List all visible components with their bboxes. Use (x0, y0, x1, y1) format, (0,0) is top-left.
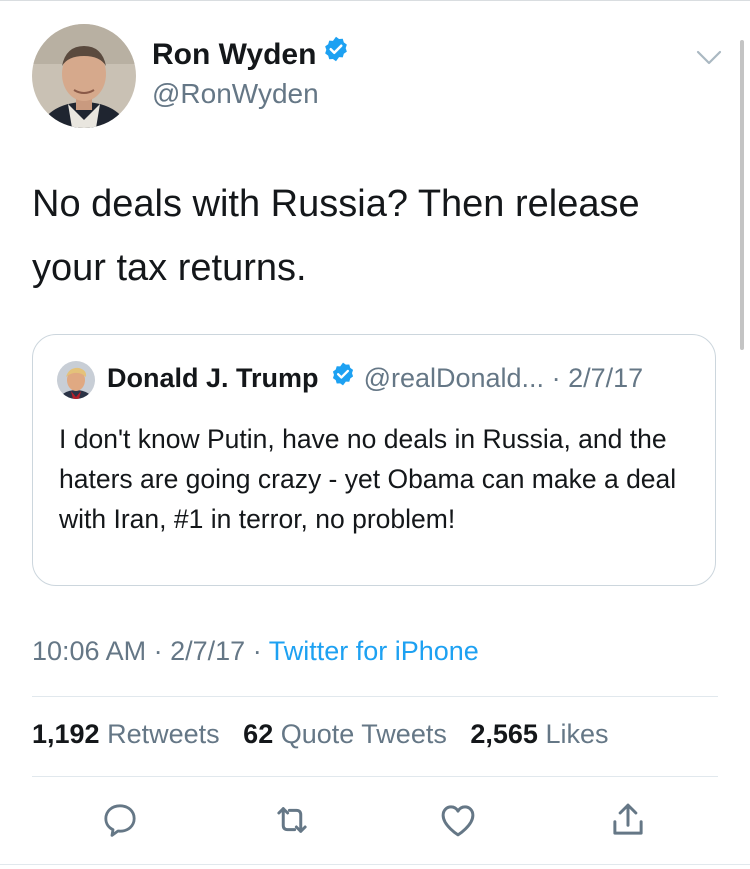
divider (32, 776, 718, 777)
quote-tweets-count[interactable]: 62 (243, 719, 273, 749)
retweet-icon (271, 799, 313, 846)
quoted-date: 2/7/17 (568, 363, 644, 393)
quoted-tweet-header: Donald J. Trump @realDonald... · 2/7/17 (107, 363, 643, 396)
author-display-name[interactable]: Ron Wyden (152, 35, 350, 74)
quoted-tweet-text: I don't know Putin, have no deals in Rus… (59, 424, 677, 534)
tweet-date: 2/7/17 (170, 636, 246, 666)
quoted-separator: · (551, 363, 561, 393)
verified-badge-icon (330, 361, 356, 394)
retweet-button[interactable] (270, 800, 314, 844)
scrollbar[interactable] (740, 40, 744, 350)
tweet-source-link[interactable]: Twitter for iPhone (269, 636, 479, 666)
tweet-meta: 10:06 AM · 2/7/17 · Twitter for iPhone (32, 636, 479, 667)
top-border (0, 0, 750, 1)
verified-badge-icon (322, 35, 350, 71)
share-button[interactable] (606, 800, 650, 844)
bottom-border (0, 864, 750, 865)
divider (32, 696, 718, 697)
quote-tweets-label[interactable]: Quote Tweets (281, 719, 447, 749)
likes-label[interactable]: Likes (545, 719, 608, 749)
author-avatar[interactable] (32, 24, 136, 128)
tweet-stats: 1,192 Retweets 62 Quote Tweets 2,565 Lik… (32, 719, 624, 750)
tweet-text: No deals with Russia? Then release your … (32, 183, 640, 289)
like-button[interactable] (436, 800, 480, 844)
meta-separator: · (252, 636, 262, 666)
quoted-author-handle: @realDonald... (363, 363, 545, 393)
meta-separator: · (153, 636, 163, 666)
likes-count[interactable]: 2,565 (470, 719, 538, 749)
quoted-author-name: Donald J. Trump (107, 363, 319, 393)
chevron-down-icon[interactable] (694, 46, 724, 70)
share-icon (607, 799, 649, 846)
retweets-count[interactable]: 1,192 (32, 719, 100, 749)
retweets-label[interactable]: Retweets (107, 719, 220, 749)
reply-icon (100, 800, 140, 845)
tweet-time: 10:06 AM (32, 636, 147, 666)
quoted-author-avatar (57, 361, 95, 399)
author-handle[interactable]: @RonWyden (152, 78, 319, 110)
reply-button[interactable] (98, 800, 142, 844)
quoted-tweet-card[interactable]: Donald J. Trump @realDonald... · 2/7/17 … (32, 334, 716, 586)
author-name-text[interactable]: Ron Wyden (152, 38, 316, 71)
like-icon (437, 799, 479, 846)
